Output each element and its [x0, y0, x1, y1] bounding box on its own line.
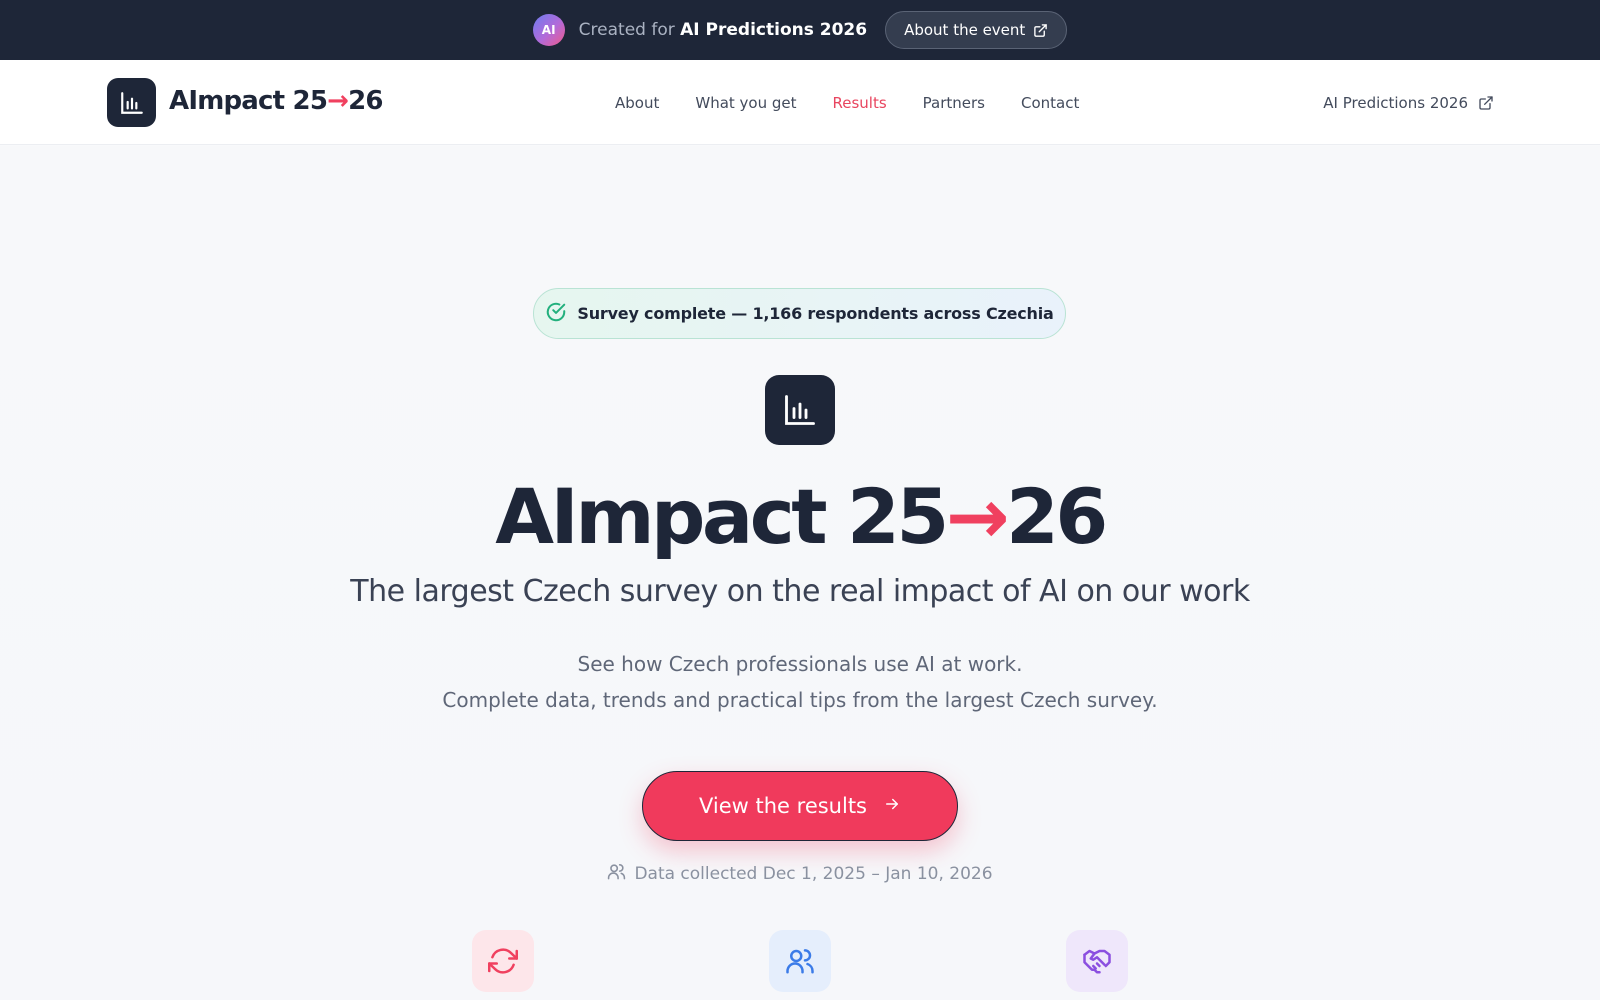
users-icon: [607, 862, 626, 886]
nav-link-results[interactable]: Results: [815, 94, 905, 112]
check-circle-icon: [545, 301, 567, 327]
arrow-right-icon: [883, 794, 901, 818]
handshake-icon: [1066, 930, 1128, 992]
data-collected-info: Data collected Dec 1, 2025 – Jan 10, 202…: [0, 862, 1600, 886]
external-link-icon: [1478, 95, 1494, 111]
nav-links: About What you get Results Partners Cont…: [597, 60, 1097, 145]
hero-subtitle: The largest Czech survey on the real imp…: [350, 574, 1250, 609]
brand-arrow: →: [327, 86, 349, 116]
ai-badge-icon: AI: [532, 14, 565, 46]
logo-bar-chart-icon[interactable]: [107, 78, 156, 127]
event-name: AI Predictions 2026: [680, 20, 868, 40]
nav-link-about[interactable]: About: [597, 94, 677, 112]
bar-chart-icon: [765, 375, 835, 445]
nav-link-what-you-get[interactable]: What you get: [677, 94, 814, 112]
about-event-button[interactable]: About the event: [885, 11, 1068, 49]
nav-link-partners[interactable]: Partners: [905, 94, 1003, 112]
hero-title: AImpact 25→26: [495, 472, 1108, 561]
external-link-icon: [1033, 23, 1048, 38]
survey-status-text: Survey complete — 1,166 respondents acro…: [577, 304, 1054, 323]
survey-status-pill: Survey complete — 1,166 respondents acro…: [533, 288, 1066, 339]
ai-predictions-link[interactable]: AI Predictions 2026: [1323, 60, 1494, 145]
created-for-text: Created for AI Predictions 2026: [578, 20, 868, 40]
top-banner: AI Created for AI Predictions 2026 About…: [0, 0, 1600, 60]
main-navbar: AImpact 25→26 About What you get Results…: [0, 60, 1600, 145]
view-results-button[interactable]: View the results: [642, 771, 958, 841]
users-icon: [769, 930, 831, 992]
refresh-icon: [472, 930, 534, 992]
title-arrow: →: [945, 472, 1010, 561]
brand-logo-text[interactable]: AImpact 25→26: [169, 86, 384, 116]
hero-section: Survey complete — 1,166 respondents acro…: [0, 146, 1600, 1000]
nav-link-contact[interactable]: Contact: [1003, 94, 1097, 112]
hero-description: See how Czech professionals use AI at wo…: [442, 652, 1158, 712]
